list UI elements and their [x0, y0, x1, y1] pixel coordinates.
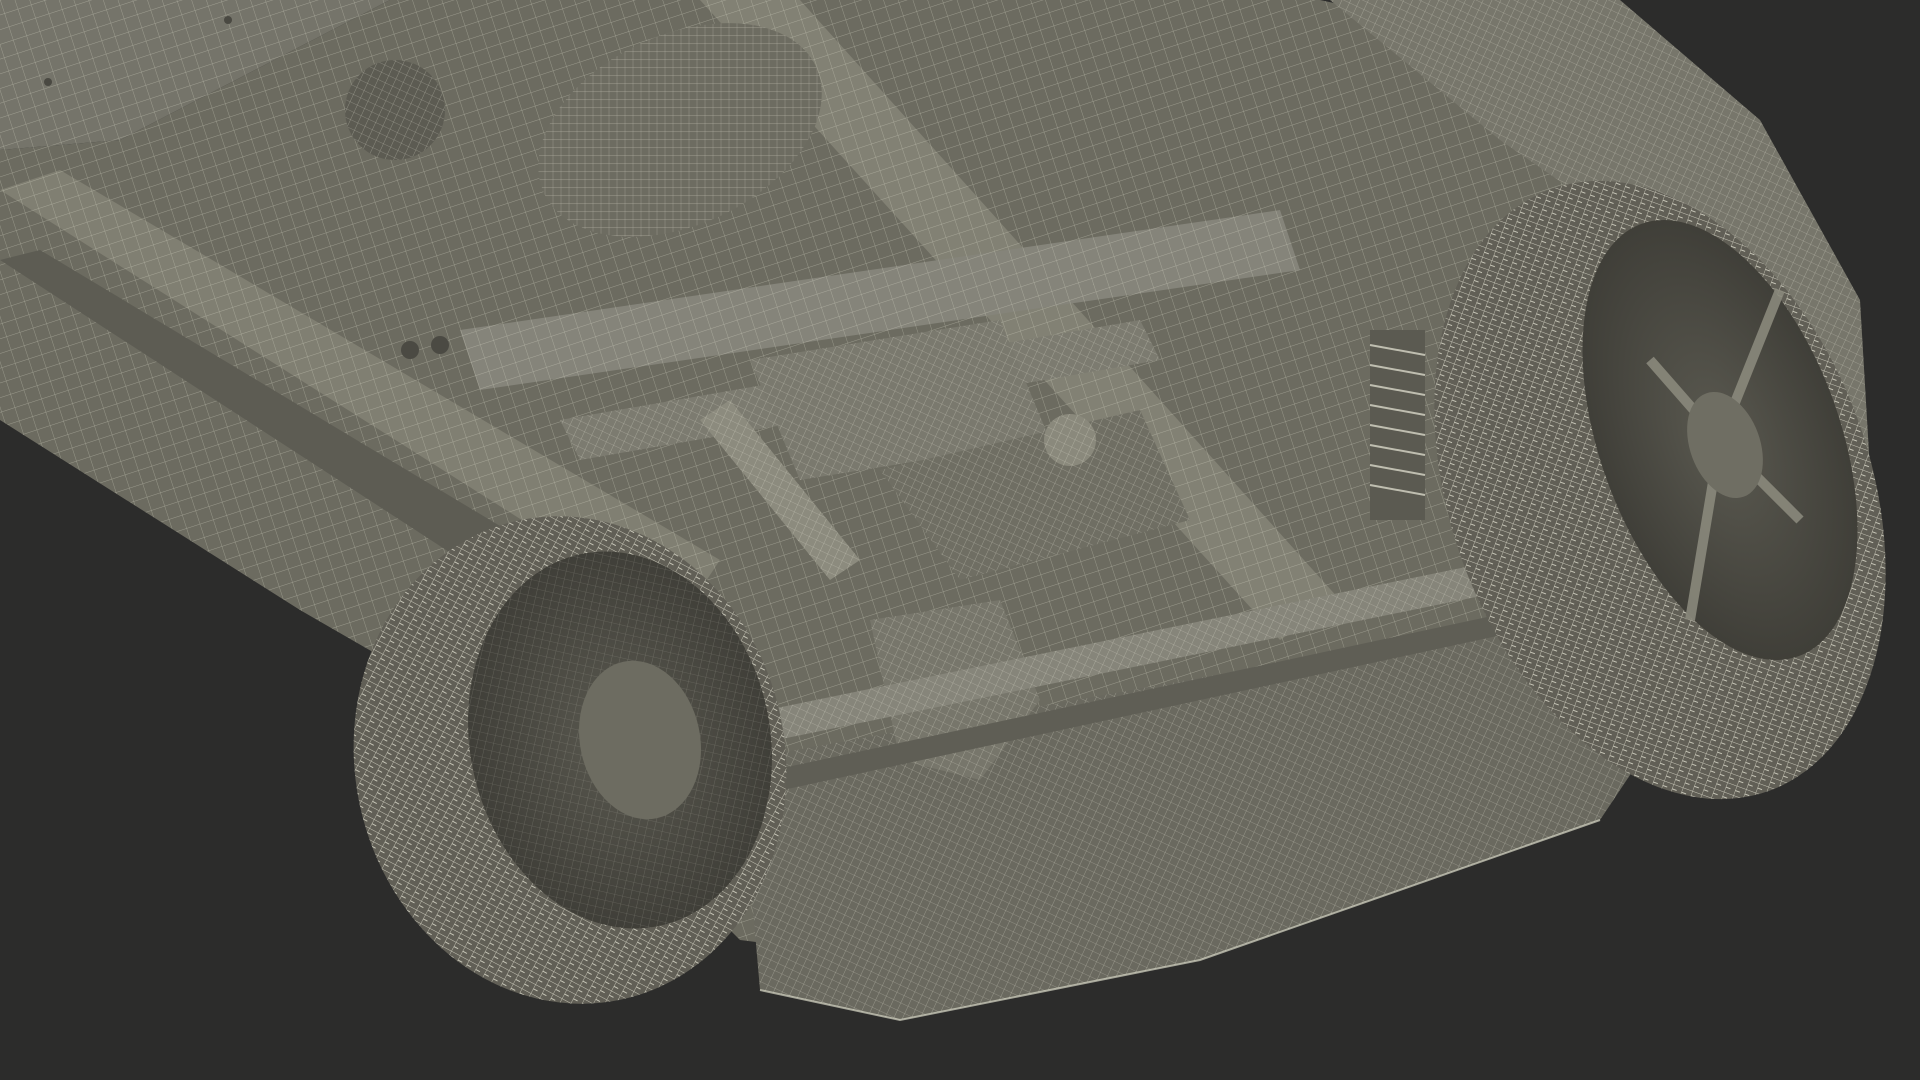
- wireframe-render-canvas: [0, 0, 1920, 1080]
- coil-spring-shock: [1369, 330, 1426, 520]
